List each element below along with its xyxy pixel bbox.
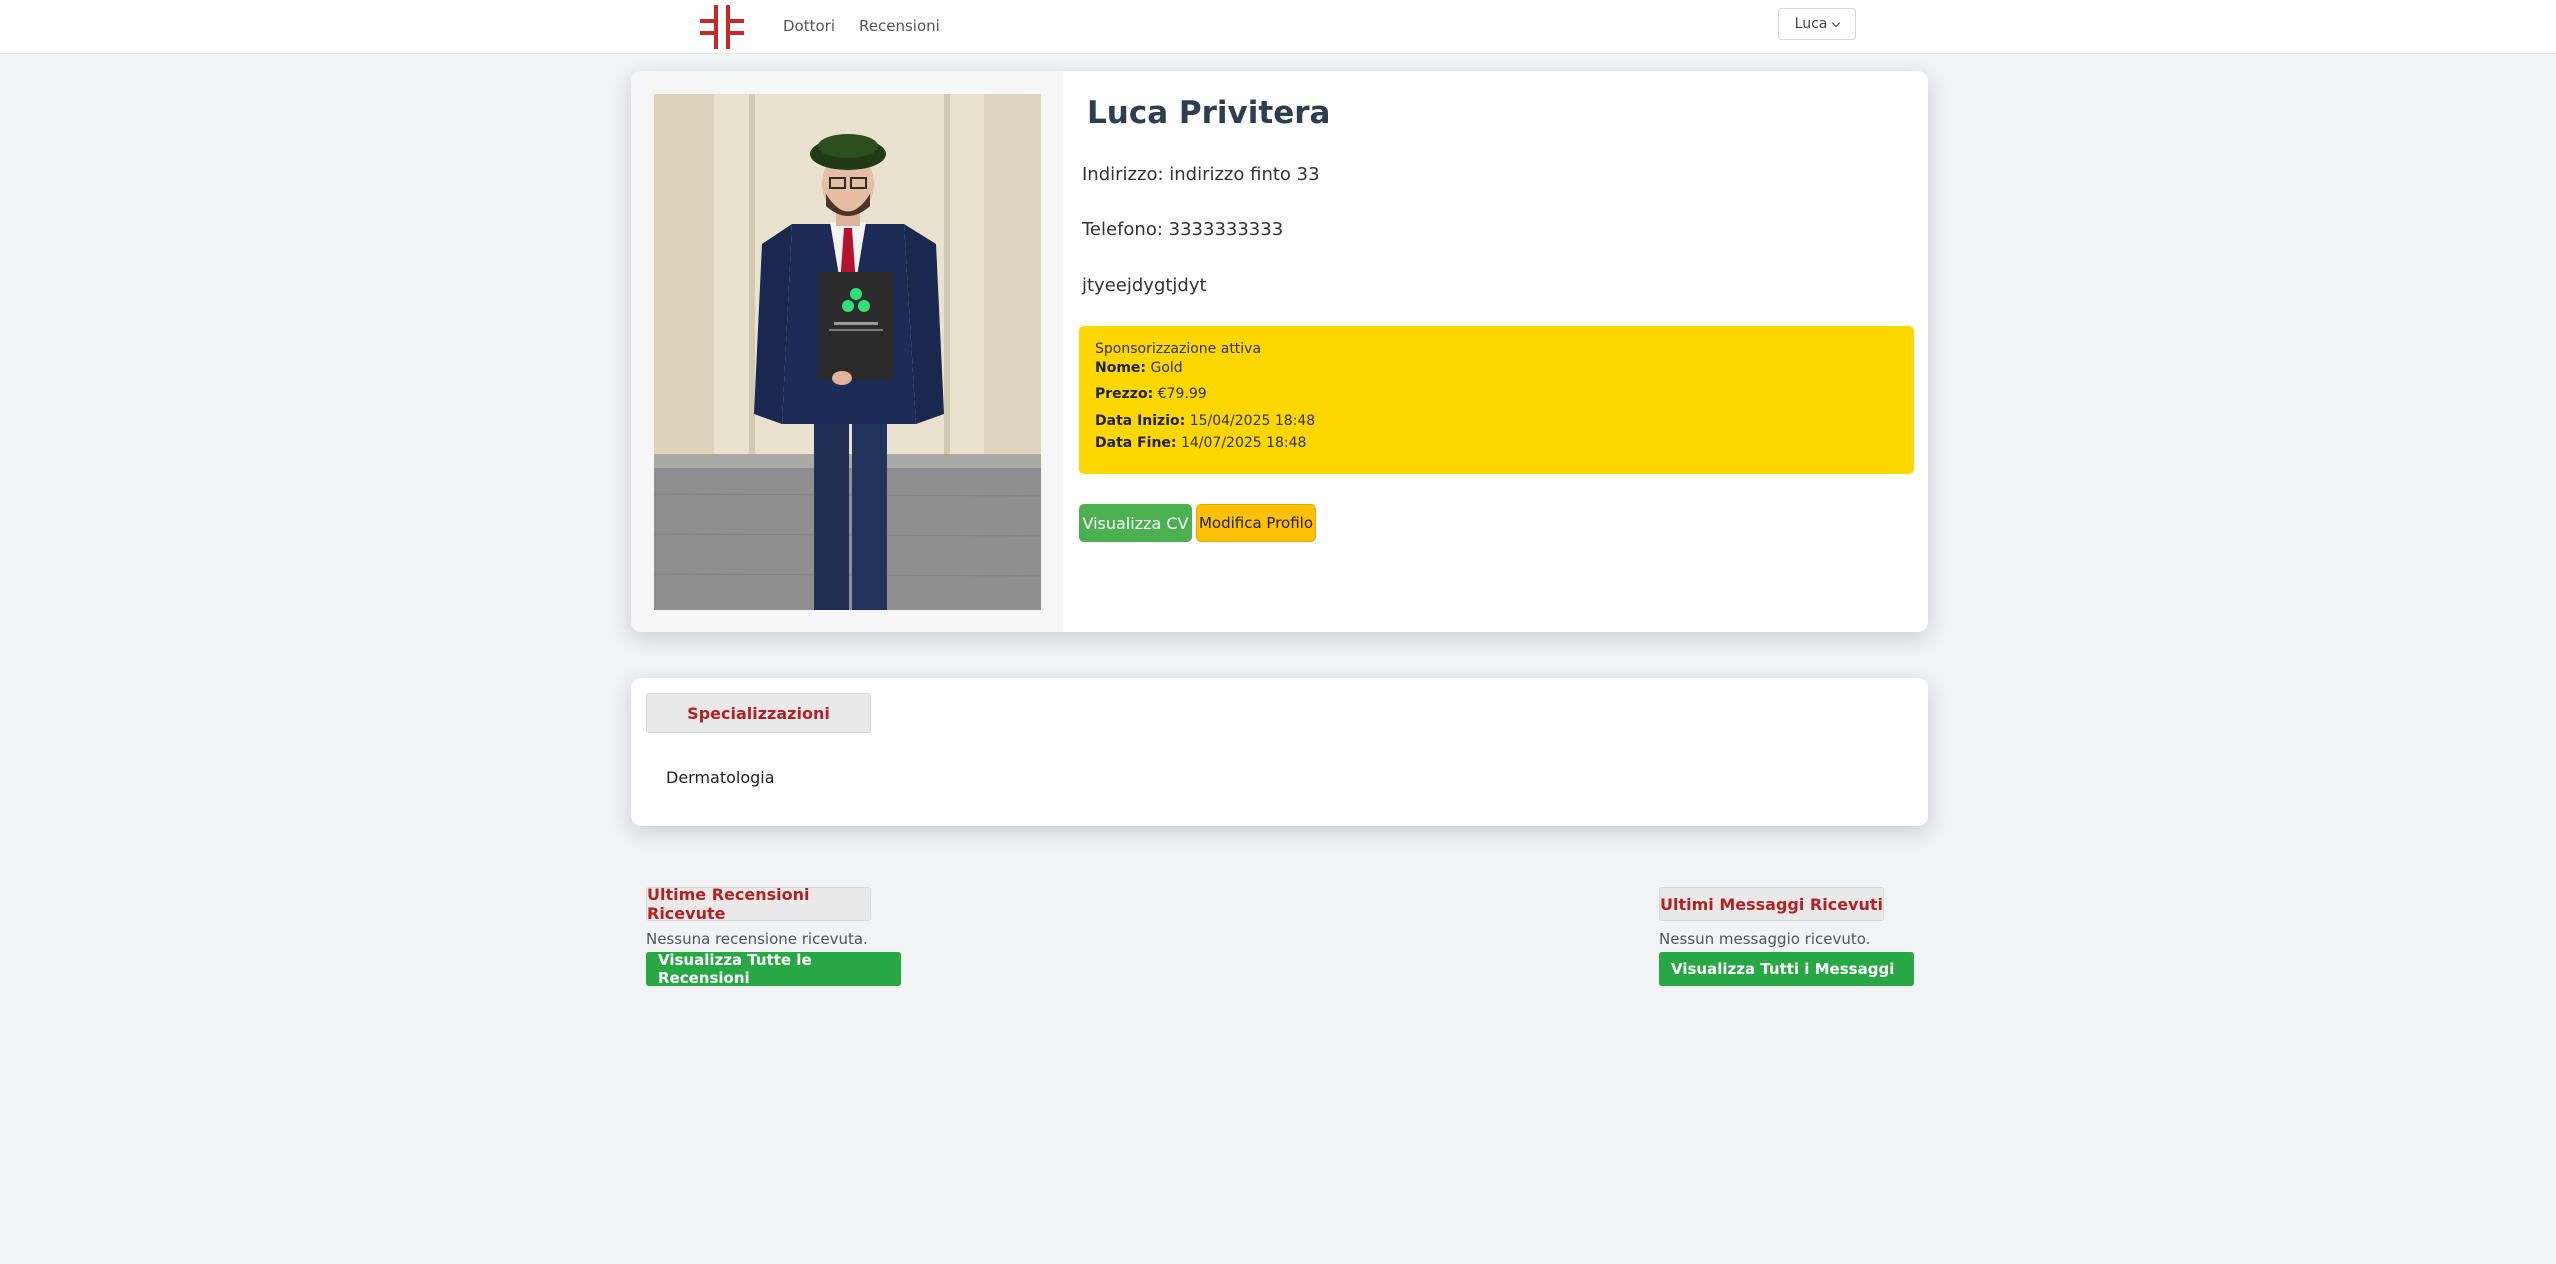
- sponsorship-start-value: 15/04/2025 18:48: [1189, 413, 1316, 429]
- profile-card: Luca Privitera Indirizzo: indirizzo fint…: [631, 71, 1928, 632]
- specializations-card: Specializzazioni Dermatologia: [631, 678, 1928, 826]
- user-menu-dropdown[interactable]: Luca: [1778, 8, 1856, 40]
- tab-specializations[interactable]: Specializzazioni: [646, 693, 871, 733]
- sponsorship-name-value: Gold: [1150, 360, 1183, 376]
- description-text: jtyeejdygtjdyt: [1082, 275, 1207, 296]
- photo-panel: [631, 71, 1063, 632]
- view-all-messages-button[interactable]: Visualizza Tutti i Messaggi: [1659, 952, 1914, 986]
- sponsorship-name-label: Nome:: [1095, 360, 1147, 376]
- sponsorship-start-row: Data Inizio: 15/04/2025 18:48: [1095, 413, 1315, 429]
- sponsorship-price-label: Prezzo:: [1095, 386, 1154, 402]
- edit-profile-button[interactable]: Modifica Profilo: [1196, 504, 1316, 542]
- specialization-item: Dermatologia: [666, 768, 775, 787]
- messages-empty-text: Nessun messaggio ricevuto.: [1659, 930, 1871, 948]
- reviews-empty-text: Nessuna recensione ricevuta.: [646, 930, 868, 948]
- nav-link-dottori[interactable]: Dottori: [783, 17, 835, 35]
- sponsorship-title: Sponsorizzazione attiva: [1095, 341, 1262, 357]
- sponsorship-end-label: Data Fine:: [1095, 435, 1177, 451]
- profile-photo: [654, 94, 1041, 610]
- view-cv-button[interactable]: Visualizza CV: [1079, 504, 1192, 542]
- reviews-section-title: Ultime Recensioni Ricevute: [646, 885, 871, 923]
- sponsorship-price-value: €79.99: [1157, 386, 1207, 402]
- address-text: Indirizzo: indirizzo finto 33: [1082, 164, 1320, 185]
- sponsorship-price-row: Prezzo: €79.99: [1095, 386, 1207, 402]
- phone-text: Telefono: 3333333333: [1082, 219, 1284, 240]
- messages-section-title: Ultimi Messaggi Ricevuti: [1659, 887, 1884, 921]
- sponsorship-start-label: Data Inizio:: [1095, 413, 1186, 429]
- medical-cross-logo-icon[interactable]: [700, 5, 744, 49]
- doctor-name: Luca Privitera: [1087, 95, 1331, 131]
- view-all-reviews-button[interactable]: Visualizza Tutte le Recensioni: [646, 951, 901, 987]
- sponsorship-end-value: 14/07/2025 18:48: [1180, 435, 1307, 451]
- sponsorship-end-row: Data Fine: 14/07/2025 18:48: [1095, 435, 1306, 451]
- user-menu-label: Luca: [1794, 16, 1828, 32]
- top-navbar: Dottori Recensioni Luca: [0, 0, 2556, 54]
- chevron-down-icon: [1832, 18, 1841, 27]
- sponsorship-name-row: Nome: Gold: [1095, 360, 1183, 376]
- nav-link-recensioni[interactable]: Recensioni: [859, 17, 940, 35]
- sponsorship-box: Sponsorizzazione attiva Nome: Gold Prezz…: [1079, 326, 1914, 474]
